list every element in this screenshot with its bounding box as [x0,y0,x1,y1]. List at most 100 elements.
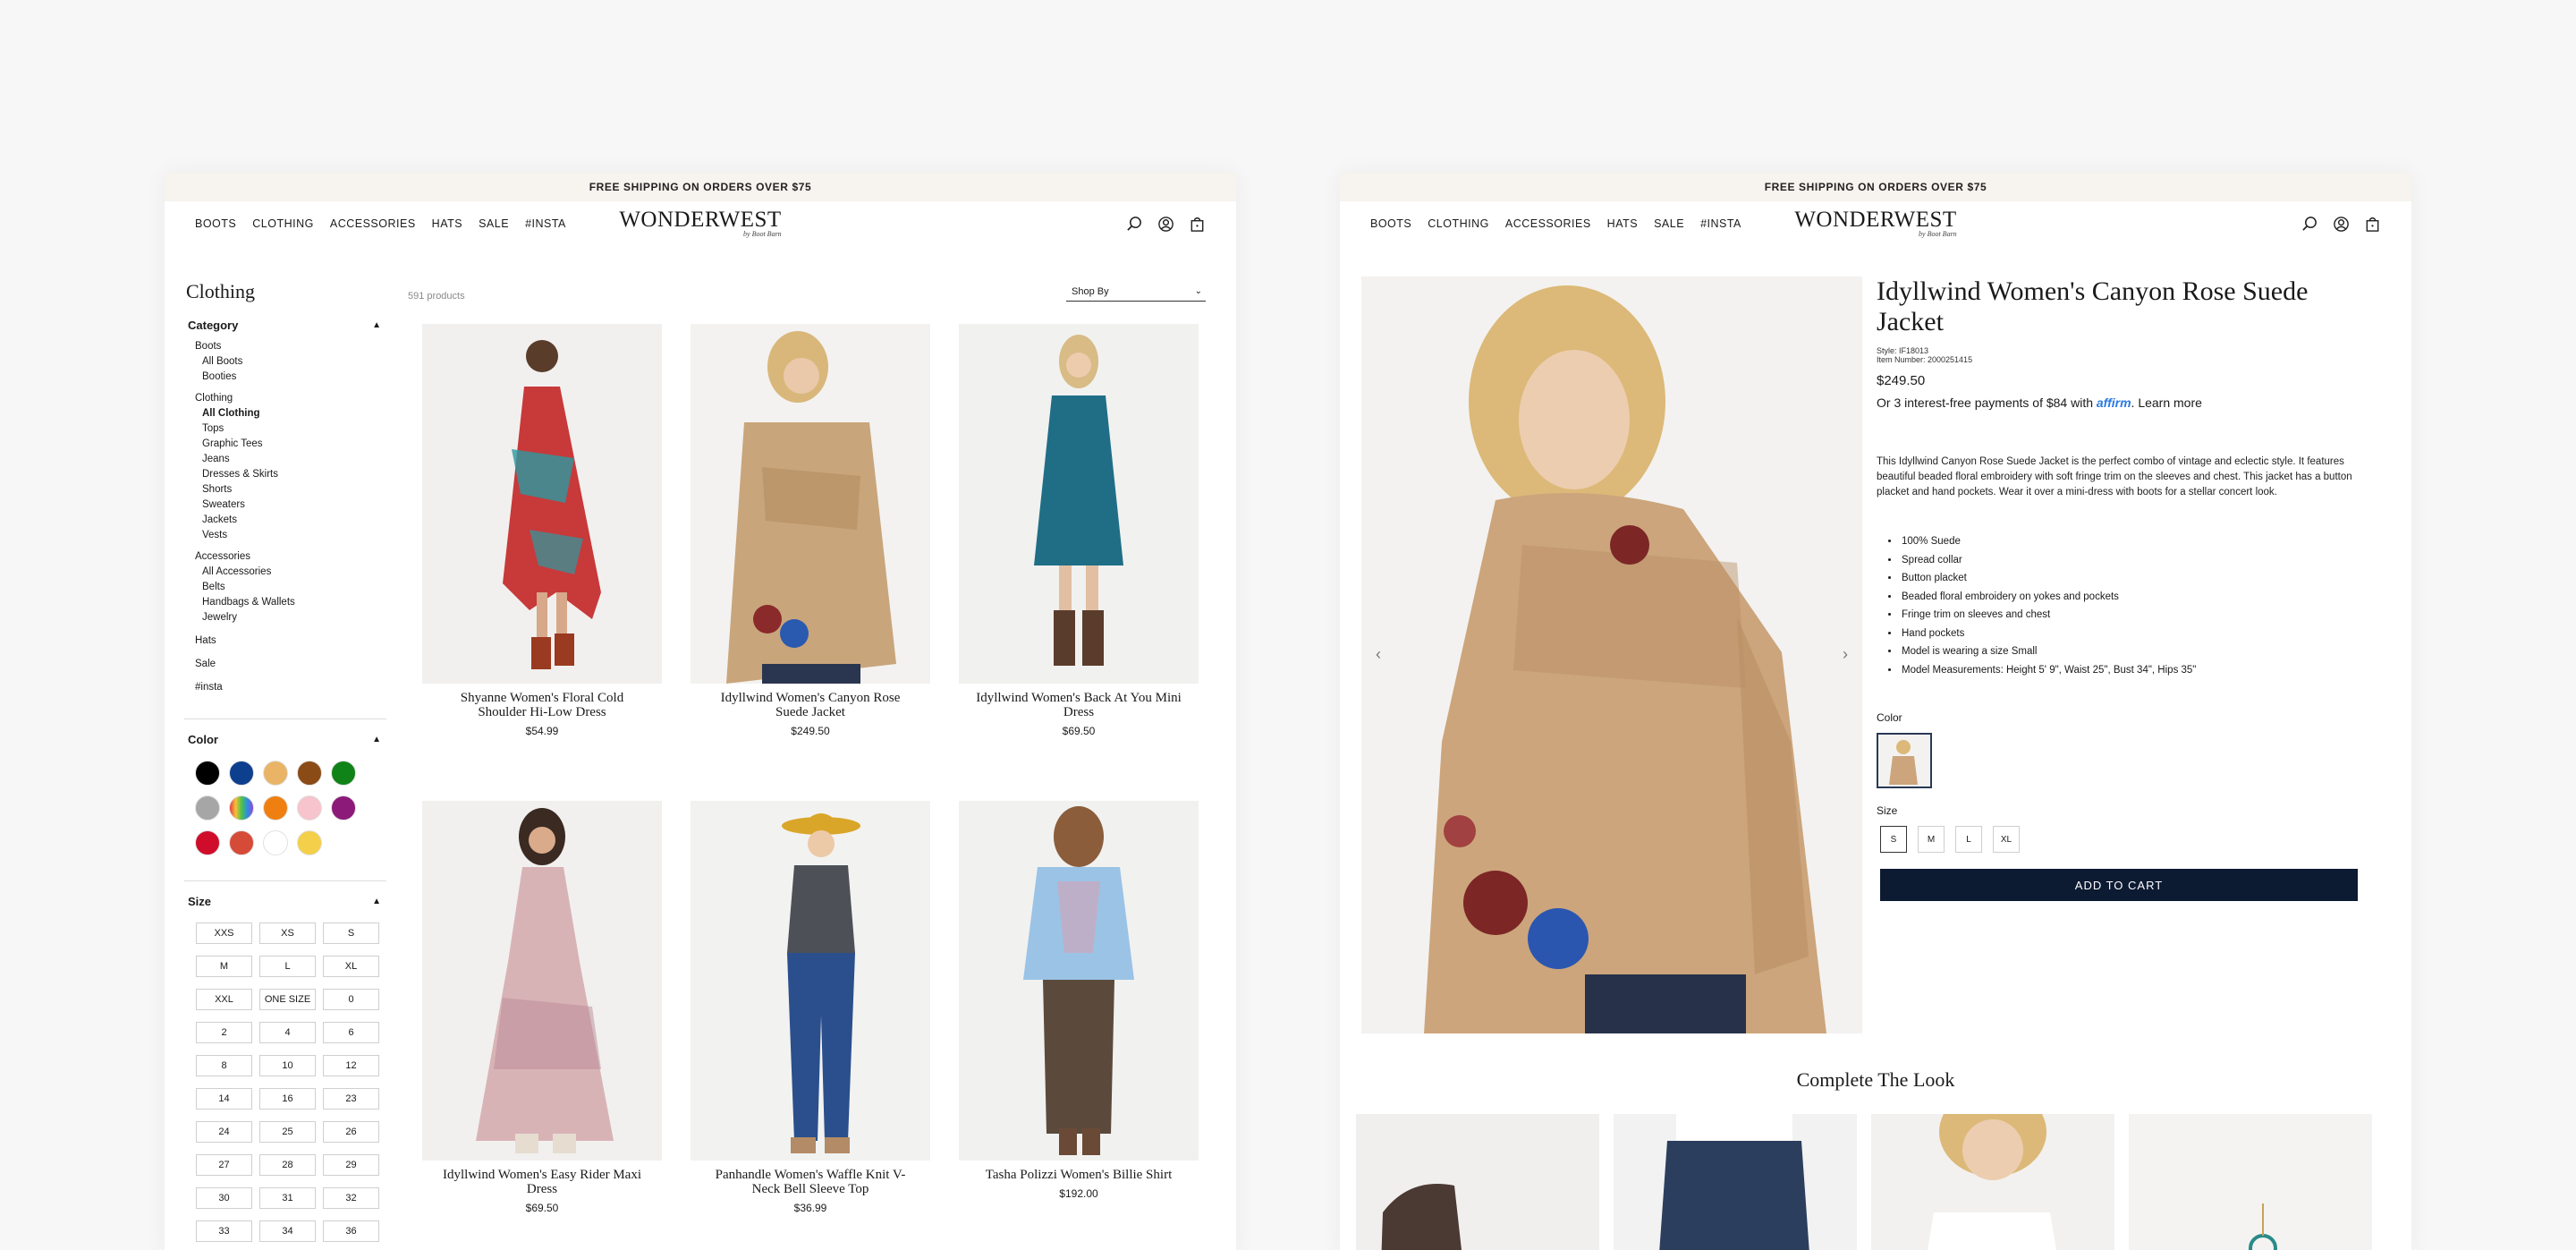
nav-sale[interactable]: SALE [479,217,509,230]
color-swatch-selected[interactable] [1877,733,1932,788]
size-filter-header[interactable]: Size ▲ [184,892,386,910]
color-swatch[interactable] [297,761,322,786]
category-dresses-skirts[interactable]: Dresses & Skirts [195,467,386,482]
size-option[interactable]: 2 [196,1022,252,1043]
size-option[interactable]: XL [323,956,379,977]
color-swatch[interactable] [331,795,356,821]
size-option[interactable]: 6 [323,1022,379,1043]
size-option[interactable]: 25 [259,1121,316,1143]
nav-hats[interactable]: HATS [1607,217,1638,230]
nav-hats[interactable]: HATS [432,217,462,230]
search-icon[interactable] [1126,216,1143,233]
category-accessories[interactable]: Accessories [195,549,386,565]
color-swatch[interactable] [297,795,322,821]
size-option[interactable]: 10 [259,1055,316,1076]
size-option[interactable]: XXL [196,989,252,1010]
category-graphic-tees[interactable]: Graphic Tees [195,437,386,452]
size-option[interactable]: 12 [323,1055,379,1076]
cart-icon[interactable] [1189,216,1206,233]
size-option[interactable]: 33 [196,1220,252,1242]
size-option[interactable]: 16 [259,1088,316,1110]
color-swatch[interactable] [229,795,254,821]
category-all-accessories[interactable]: All Accessories [195,565,386,580]
color-swatch[interactable] [195,830,220,855]
next-image-arrow[interactable]: › [1843,645,1848,664]
color-swatch[interactable] [263,761,288,786]
category-sweaters[interactable]: Sweaters [195,497,386,513]
category-filter-header[interactable]: Category ▲ [184,316,386,334]
product-card[interactable]: Idyllwind Women's Back At You Mini Dress… [959,324,1199,801]
category-all-boots[interactable]: All Boots [195,354,386,370]
color-filter-header[interactable]: Color ▲ [184,730,386,748]
account-icon[interactable] [1157,216,1174,233]
prev-image-arrow[interactable]: ‹ [1376,645,1381,664]
category-vests[interactable]: Vests [195,528,386,543]
nav-boots[interactable]: BOOTS [195,217,236,230]
size-option-s[interactable]: S [1880,826,1907,853]
category-hats[interactable]: Hats [195,634,386,649]
size-option[interactable]: 32 [323,1187,379,1209]
category-booties[interactable]: Booties [195,370,386,385]
size-option-xl[interactable]: XL [1993,826,2020,853]
nav-insta[interactable]: #INSTA [525,217,566,230]
category-insta[interactable]: #insta [195,680,386,695]
color-swatch[interactable] [297,830,322,855]
product-card[interactable]: Shyanne Women's Floral Cold Shoulder Hi-… [422,324,662,801]
size-option[interactable]: S [323,923,379,944]
product-card[interactable]: Idyllwind Women's Canyon Rose Suede Jack… [691,324,930,801]
nav-boots[interactable]: BOOTS [1370,217,1411,230]
size-option[interactable]: M [196,956,252,977]
cart-icon[interactable] [2364,216,2381,233]
size-option[interactable]: 31 [259,1187,316,1209]
site-logo[interactable]: WONDERWEST by Boot Barn [1794,208,1956,239]
category-jackets[interactable]: Jackets [195,513,386,528]
category-boots[interactable]: Boots [195,339,386,354]
size-option[interactable]: 29 [323,1154,379,1176]
category-belts[interactable]: Belts [195,580,386,595]
size-option[interactable]: 4 [259,1022,316,1043]
sort-dropdown[interactable]: Shop By ⌄ [1066,282,1206,302]
look-item-boot[interactable] [1356,1114,1599,1250]
affirm-learn-more-link[interactable]: Learn more [2138,395,2202,410]
color-swatch[interactable] [331,761,356,786]
account-icon[interactable] [2333,216,2350,233]
product-card[interactable]: Idyllwind Women's Easy Rider Maxi Dress … [422,801,662,1250]
color-swatch[interactable] [263,830,288,855]
nav-insta[interactable]: #INSTA [1700,217,1741,230]
size-option-l[interactable]: L [1955,826,1982,853]
size-option[interactable]: 30 [196,1187,252,1209]
size-option[interactable]: 23 [323,1088,379,1110]
nav-accessories[interactable]: ACCESSORIES [330,217,416,230]
size-option[interactable]: 0 [323,989,379,1010]
size-option[interactable]: XS [259,923,316,944]
add-to-cart-button[interactable]: ADD TO CART [1880,869,2358,901]
look-item-jeans[interactable] [1614,1114,1857,1250]
color-swatch[interactable] [229,761,254,786]
search-icon[interactable] [2301,216,2318,233]
color-swatch[interactable] [195,761,220,786]
size-option[interactable]: L [259,956,316,977]
category-tops[interactable]: Tops [195,421,386,437]
category-clothing[interactable]: Clothing [195,391,386,406]
size-option[interactable]: 24 [196,1121,252,1143]
size-option[interactable]: 28 [259,1154,316,1176]
look-item-tank[interactable] [1871,1114,2114,1250]
category-handbags[interactable]: Handbags & Wallets [195,595,386,610]
category-jeans[interactable]: Jeans [195,452,386,467]
color-swatch[interactable] [263,795,288,821]
size-option[interactable]: 26 [323,1121,379,1143]
size-option[interactable]: XXS [196,923,252,944]
site-logo[interactable]: WONDERWEST by Boot Barn [619,208,781,239]
color-swatch[interactable] [195,795,220,821]
nav-clothing[interactable]: CLOTHING [1428,217,1489,230]
size-option[interactable]: 36 [323,1220,379,1242]
size-option-m[interactable]: M [1918,826,1945,853]
category-sale[interactable]: Sale [195,657,386,672]
nav-accessories[interactable]: ACCESSORIES [1505,217,1591,230]
size-option[interactable]: 27 [196,1154,252,1176]
category-shorts[interactable]: Shorts [195,482,386,497]
category-jewelry[interactable]: Jewelry [195,610,386,625]
color-swatch[interactable] [229,830,254,855]
nav-clothing[interactable]: CLOTHING [252,217,314,230]
product-card[interactable]: Tasha Polizzi Women's Billie Shirt $192.… [959,801,1199,1250]
